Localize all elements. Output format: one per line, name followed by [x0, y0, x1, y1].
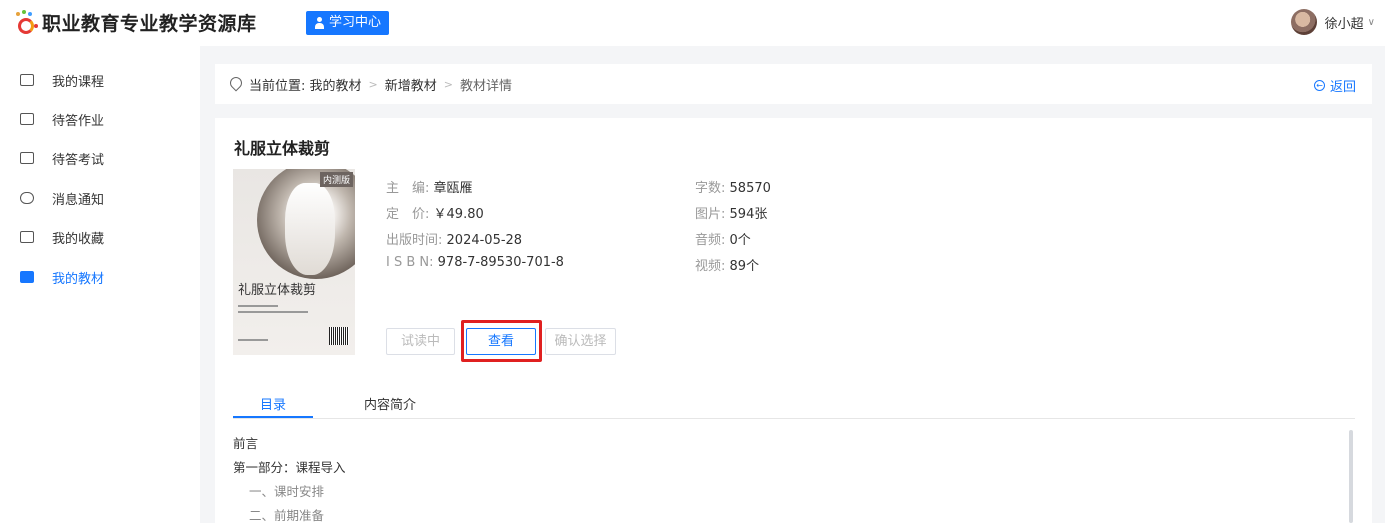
- logo-icon: [14, 9, 38, 36]
- active-tab-indicator: [233, 416, 313, 418]
- sidebar-item-pending-homework[interactable]: 待答作业: [20, 109, 104, 129]
- site-logo[interactable]: 职业教育专业教学资源库: [14, 9, 257, 36]
- list-item[interactable]: 二、前期准备: [249, 505, 324, 523]
- learn-center-label: 学习中心: [329, 15, 382, 30]
- homework-icon: [20, 113, 34, 125]
- book-detail-panel: 礼服立体裁剪 内测版 礼服立体裁剪 主 编: 章瓯雁 定 价: ￥49.80 出…: [215, 118, 1372, 523]
- cover-title: 礼服立体裁剪: [238, 283, 317, 298]
- folder-icon: [20, 231, 34, 243]
- chevron-down-icon[interactable]: ∨: [1368, 17, 1375, 28]
- meta-audio: 音频: 0个: [695, 233, 751, 248]
- user-menu[interactable]: 徐小超 ∨: [1290, 9, 1375, 35]
- sidebar-item-favorites[interactable]: 我的收藏: [20, 227, 104, 247]
- breadcrumb-my-textbooks[interactable]: 当前位置: 我的教材: [249, 75, 362, 94]
- list-item[interactable]: 前言: [233, 433, 258, 452]
- book-icon: [20, 271, 34, 283]
- back-label: 返回: [1329, 80, 1356, 95]
- sidebar-item-messages[interactable]: 消息通知: [20, 188, 104, 208]
- book-title: 礼服立体裁剪: [234, 139, 331, 158]
- location-pin-icon: [229, 77, 241, 91]
- back-button[interactable]: ← 返回: [1313, 76, 1356, 95]
- sidebar-item-label: 我的教材: [52, 271, 105, 287]
- sidebar-item-pending-exams[interactable]: 待答考试: [20, 148, 104, 168]
- detail-tabs: 目录 内容简介: [233, 394, 1355, 419]
- sidebar-item-label: 我的课程: [52, 74, 105, 90]
- catalog-scrollbar[interactable]: [1349, 430, 1353, 523]
- sidebar: 我的课程 待答作业 待答考试 消息通知 我的收藏 我的教材: [0, 46, 200, 523]
- meta-price: 定 价: ￥49.80: [386, 207, 484, 222]
- meta-images: 图片: 594张: [695, 207, 768, 222]
- meta-editor: 主 编: 章瓯雁: [386, 181, 473, 196]
- course-icon: [20, 74, 34, 86]
- meta-isbn: I S B N: 978-7-89530-701-8: [386, 255, 564, 270]
- cover-tag: 内测版: [319, 172, 353, 187]
- book-cover: 内测版 礼服立体裁剪: [233, 169, 355, 355]
- trial-reading-button[interactable]: 试读中: [386, 328, 455, 355]
- sidebar-item-label: 待答作业: [52, 113, 105, 129]
- user-name: 徐小超: [1324, 16, 1364, 32]
- meta-video: 视频: 89个: [695, 259, 760, 274]
- list-item[interactable]: 第一部分：课程导入: [233, 457, 346, 476]
- avatar[interactable]: [1290, 9, 1317, 35]
- barcode-icon: [329, 327, 349, 345]
- tab-catalog[interactable]: 目录: [260, 394, 286, 413]
- meta-pubdate: 出版时间: 2024-05-28: [386, 233, 523, 248]
- sidebar-item-label: 我的收藏: [52, 231, 105, 247]
- breadcrumb-current: 教材详情: [459, 78, 512, 94]
- sidebar-item-my-textbooks[interactable]: 我的教材: [20, 267, 104, 287]
- learn-center-button[interactable]: 学习中心: [306, 11, 390, 35]
- user-icon: [314, 17, 325, 29]
- confirm-select-button[interactable]: 确认选择: [545, 328, 616, 355]
- list-item[interactable]: 一、课时安排: [249, 481, 324, 500]
- chevron-right-icon: >: [443, 77, 453, 91]
- meta-words: 字数: 58570: [695, 181, 771, 196]
- top-header: 职业教育专业教学资源库 学习中心 徐小超 ∨: [0, 0, 1385, 46]
- exam-icon: [20, 152, 34, 164]
- back-arrow-icon: ←: [1313, 80, 1325, 91]
- view-button[interactable]: 查看: [466, 328, 536, 355]
- sidebar-item-my-courses[interactable]: 我的课程: [20, 70, 104, 90]
- sidebar-item-label: 待答考试: [52, 152, 105, 168]
- chevron-right-icon: >: [368, 77, 378, 91]
- tab-introduction[interactable]: 内容简介: [364, 394, 416, 413]
- site-title: 职业教育专业教学资源库: [42, 13, 257, 35]
- message-icon: [20, 192, 34, 204]
- breadcrumb: 当前位置: 我的教材 > 新增教材 > 教材详情 ← 返回: [215, 64, 1372, 104]
- sidebar-item-label: 消息通知: [52, 192, 105, 208]
- breadcrumb-add-textbook[interactable]: 新增教材: [385, 75, 437, 94]
